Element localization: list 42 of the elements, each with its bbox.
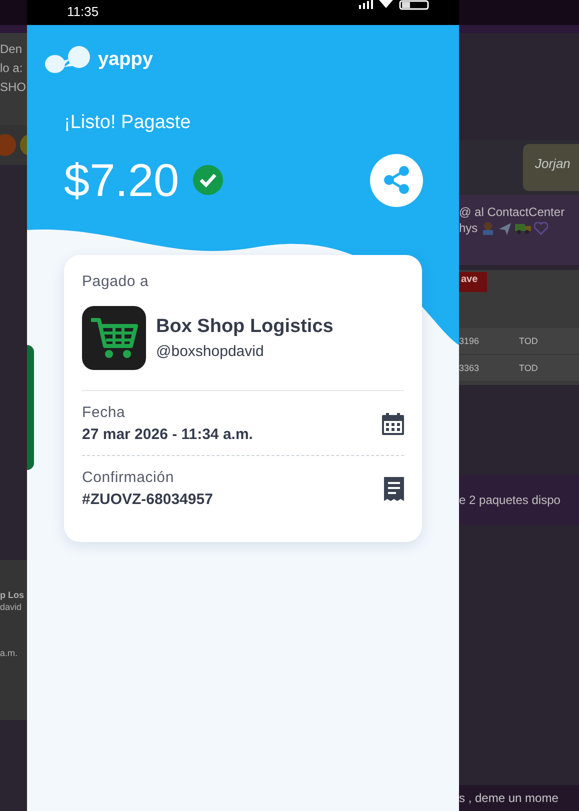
merchant-handle: @boxshopdavid xyxy=(156,343,265,360)
merchant-name: Box Shop Logistics xyxy=(156,316,334,338)
detail-value: 27 mar 2026 - 11:34 a.m. xyxy=(82,426,254,443)
chat-text: SHO xyxy=(0,79,27,95)
truck-icon xyxy=(514,222,531,234)
heart-icon xyxy=(534,222,548,234)
person-icon xyxy=(480,221,495,235)
detail-label: Confirmación xyxy=(82,469,175,486)
amount-text: $7.20 xyxy=(64,154,180,206)
menu-bar xyxy=(0,25,27,33)
table-cell-text: TOD xyxy=(519,363,539,373)
chat-text: Den xyxy=(0,41,24,57)
chat-text: @ al ContactCenter xyxy=(459,205,566,219)
receipt-icon xyxy=(384,476,404,500)
status-title: ¡Listo! Pagaste xyxy=(64,112,192,134)
wifi-icon xyxy=(379,0,393,8)
calendar-icon xyxy=(382,412,404,434)
contact-handle: david xyxy=(0,602,23,612)
table-cell-text: 3363 xyxy=(459,363,480,373)
detail-value: #ZUOVZ-68034957 xyxy=(82,491,214,508)
logo-text: yappy xyxy=(98,49,153,71)
chat-text: hys xyxy=(459,221,478,235)
detail-label: Fecha xyxy=(82,404,126,421)
yappy-logo-icon xyxy=(44,45,92,75)
paid-to-label: Pagado a xyxy=(82,273,150,290)
avatar-icon xyxy=(0,134,16,156)
chat-bubble: Jorjan xyxy=(523,144,579,191)
battery-icon xyxy=(399,0,429,10)
table-cell-text: TOD xyxy=(519,336,539,346)
status-tag: ave xyxy=(459,272,487,292)
cart-icon xyxy=(89,316,139,360)
chat-text: e 2 paquetes dispo xyxy=(459,475,579,525)
chat-text: lo a: xyxy=(0,60,24,76)
contact-name: p Los xyxy=(0,590,25,600)
time-text: a.m. xyxy=(0,648,19,658)
chat-text: s , deme un mome xyxy=(459,785,579,811)
status-time: 11:35 xyxy=(67,4,99,19)
table-cell-text: 3196 xyxy=(459,336,480,346)
plane-icon xyxy=(498,221,512,235)
signal-icon xyxy=(359,0,373,9)
share-icon xyxy=(384,166,410,194)
top-bar xyxy=(0,0,27,25)
